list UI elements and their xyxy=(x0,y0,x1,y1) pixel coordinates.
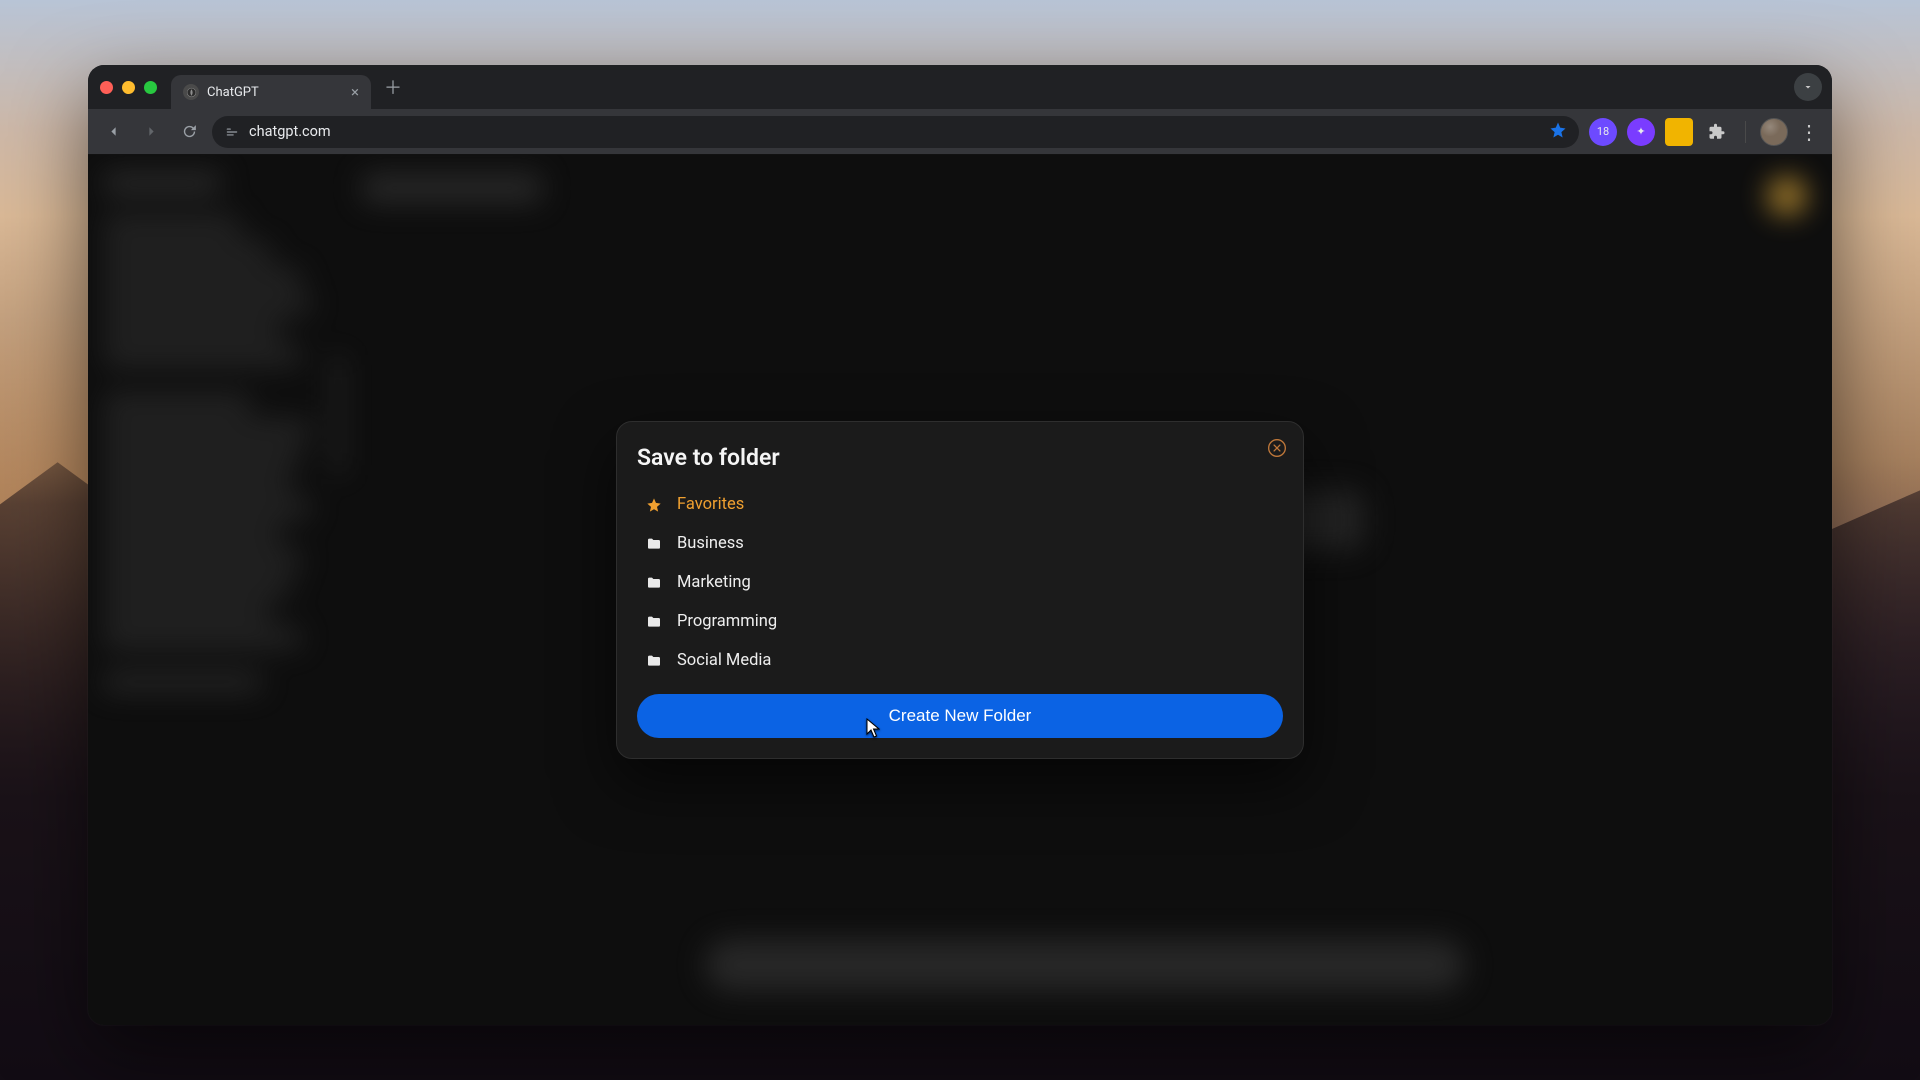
folder-item-business[interactable]: Business xyxy=(637,524,1283,563)
tab-title: ChatGPT xyxy=(207,85,259,100)
dialog-title: Save to folder xyxy=(637,444,1283,471)
folder-item-favorites[interactable]: Favorites xyxy=(637,485,1283,524)
extension-yellow[interactable] xyxy=(1665,118,1693,146)
folder-icon xyxy=(645,652,663,670)
extension-badge-2[interactable]: ✦ xyxy=(1627,118,1655,146)
page-viewport: Save to folder Favorites Business xyxy=(88,155,1832,1025)
bookmark-star-icon[interactable] xyxy=(1549,121,1567,143)
folder-label: Business xyxy=(677,534,744,553)
save-to-folder-dialog: Save to folder Favorites Business xyxy=(616,421,1304,759)
extensions-button[interactable] xyxy=(1703,118,1731,146)
close-dialog-button[interactable] xyxy=(1265,436,1289,460)
folder-icon xyxy=(645,535,663,553)
folder-list: Favorites Business Marketing xyxy=(637,485,1283,680)
browser-menu-button[interactable]: ⋮ xyxy=(1796,120,1822,144)
folder-label: Social Media xyxy=(677,651,771,670)
omnibox[interactable]: chatgpt.com xyxy=(212,116,1579,148)
browser-window: ChatGPT × ＋ chatgpt.com 18 ✦ xyxy=(88,65,1832,1025)
folder-icon xyxy=(645,574,663,592)
maximize-window-button[interactable] xyxy=(144,81,157,94)
window-controls xyxy=(100,81,157,94)
folder-item-marketing[interactable]: Marketing xyxy=(637,563,1283,602)
extension-badge-1[interactable]: 18 xyxy=(1589,118,1617,146)
folder-item-social-media[interactable]: Social Media xyxy=(637,641,1283,680)
new-tab-button[interactable]: ＋ xyxy=(379,73,407,101)
address-bar: chatgpt.com 18 ✦ ⋮ xyxy=(88,109,1832,155)
minimize-window-button[interactable] xyxy=(122,81,135,94)
omnibox-url: chatgpt.com xyxy=(249,123,331,140)
profile-avatar[interactable] xyxy=(1760,118,1788,146)
folder-item-programming[interactable]: Programming xyxy=(637,602,1283,641)
folder-label: Marketing xyxy=(677,573,751,592)
reload-button[interactable] xyxy=(174,117,204,147)
tab-overflow-button[interactable] xyxy=(1794,73,1822,101)
create-new-folder-button[interactable]: Create New Folder xyxy=(637,694,1283,738)
toolbar-separator xyxy=(1745,121,1746,143)
folder-icon xyxy=(645,613,663,631)
close-tab-icon[interactable]: × xyxy=(351,83,359,101)
tab-favicon xyxy=(183,84,199,100)
tab-strip: ChatGPT × ＋ xyxy=(88,65,1832,109)
folder-label: Programming xyxy=(677,612,777,631)
forward-button[interactable] xyxy=(136,117,166,147)
site-security-icon[interactable] xyxy=(224,124,239,139)
close-window-button[interactable] xyxy=(100,81,113,94)
back-button[interactable] xyxy=(98,117,128,147)
browser-tab[interactable]: ChatGPT × xyxy=(171,75,371,109)
star-icon xyxy=(645,496,663,514)
folder-label: Favorites xyxy=(677,495,744,514)
